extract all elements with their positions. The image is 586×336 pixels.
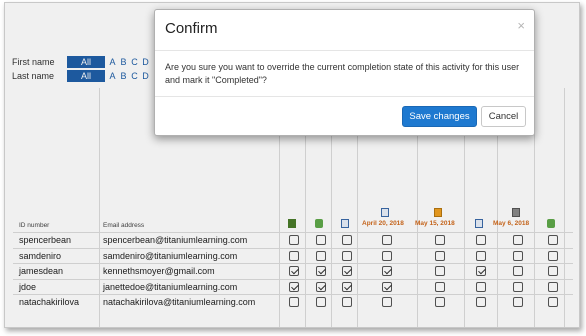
dialog-footer: Save changes Cancel xyxy=(155,97,534,135)
cancel-button[interactable]: Cancel xyxy=(481,106,526,127)
confirm-dialog: Confirm × Are you sure you want to overr… xyxy=(154,9,535,136)
close-icon[interactable]: × xyxy=(517,18,525,33)
dialog-header: Confirm × xyxy=(155,10,534,51)
dialog-message: Are you sure you want to override the cu… xyxy=(155,51,534,97)
dialog-title: Confirm xyxy=(165,20,218,37)
screenshot-frame: First name All A B C D Last name All A B… xyxy=(4,2,580,328)
save-changes-button[interactable]: Save changes xyxy=(402,106,477,127)
